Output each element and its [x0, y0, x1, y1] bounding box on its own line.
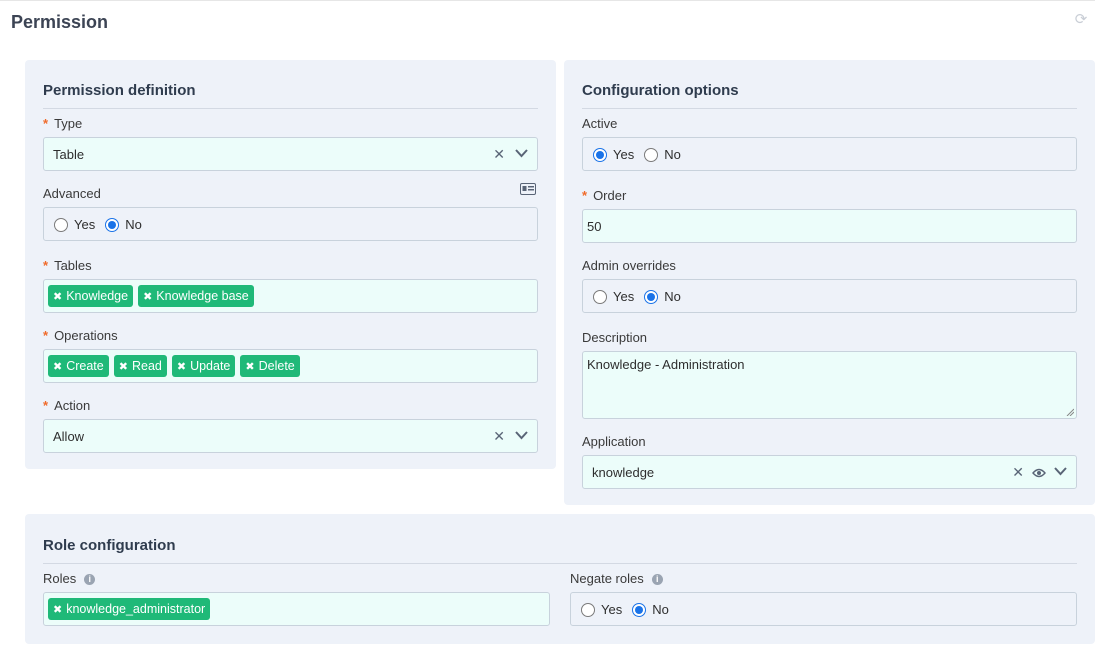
required-icon: *	[582, 188, 588, 203]
chevron-down-icon[interactable]	[1054, 467, 1067, 476]
admin-overrides-radio-group: Yes No	[582, 279, 1077, 313]
configuration-options-title: Configuration options	[582, 82, 739, 99]
negate-roles-yes-radio[interactable]	[581, 602, 595, 617]
description-textarea[interactable]: Knowledge - Administration	[582, 351, 1077, 419]
admin-overrides-label: Admin overrides	[582, 258, 676, 273]
roles-field[interactable]: ✖ knowledge_administrator	[43, 592, 550, 626]
active-label: Active	[582, 116, 618, 131]
role-configuration-panel: Role configuration Roles i ✖ knowledge_adm…	[25, 514, 1095, 644]
tables-field[interactable]: ✖ Knowledge ✖ Knowledge base	[43, 279, 538, 313]
active-no-radio[interactable]	[644, 147, 659, 162]
active-radio-group: Yes No	[582, 137, 1077, 171]
role-configuration-title: Role configuration	[43, 537, 176, 554]
tag-knowledge-base[interactable]: ✖ Knowledge base	[138, 285, 254, 307]
remove-tag-icon[interactable]: ✖	[143, 290, 152, 303]
description-label: Description	[582, 330, 648, 345]
type-value: Table	[53, 147, 85, 162]
page-title: Permission	[11, 12, 109, 32]
order-label: * Order	[582, 188, 627, 203]
action-label: * Action	[43, 398, 91, 413]
admin-overrides-no-radio[interactable]	[644, 289, 659, 304]
panel-divider	[582, 108, 1077, 109]
info-icon[interactable]: i	[84, 574, 96, 586]
operations-field[interactable]: ✖ Create ✖ Read ✖ Update ✖ Delete	[43, 349, 538, 383]
tag-update[interactable]: ✖ Update	[171, 355, 236, 377]
active-yes-radio[interactable]	[593, 147, 607, 162]
type-label: * Type	[43, 116, 83, 131]
application-label: Application	[582, 434, 646, 449]
resize-handle-icon[interactable]	[1066, 408, 1074, 416]
refresh-icon[interactable]: ⟳	[1073, 12, 1089, 28]
permission-definition-title: Permission definition	[43, 82, 196, 99]
tag-read[interactable]: ✖ Read	[113, 355, 167, 377]
clear-icon[interactable]: ✕	[493, 428, 505, 445]
advanced-no-label: No	[125, 217, 142, 232]
admin-overrides-yes-radio[interactable]	[593, 289, 607, 304]
panel-divider	[43, 563, 1077, 564]
tag-knowledge-administrator[interactable]: ✖ knowledge_administrator	[48, 598, 211, 620]
remove-tag-icon[interactable]: ✖	[53, 290, 62, 303]
clear-icon[interactable]: ✕	[493, 146, 505, 163]
remove-tag-icon[interactable]: ✖	[119, 360, 128, 373]
application-value: knowledge	[592, 465, 655, 480]
eye-icon[interactable]	[1032, 466, 1046, 481]
negate-roles-label: Negate roles i	[570, 571, 663, 586]
advanced-radio-group: Yes No	[43, 207, 538, 241]
application-select[interactable]: knowledge ✕	[582, 455, 1077, 489]
advanced-yes-label: Yes	[74, 217, 96, 232]
negate-roles-no-label: No	[652, 602, 669, 617]
remove-tag-icon[interactable]: ✖	[53, 603, 62, 616]
id-card-icon[interactable]	[520, 182, 536, 200]
required-icon: *	[43, 116, 49, 131]
action-select[interactable]: Allow ✕	[43, 419, 538, 453]
permission-definition-panel: Permission definition * Type Table ✕ Adva…	[25, 60, 556, 469]
admin-overrides-yes-label: Yes	[613, 289, 635, 304]
required-icon: *	[43, 398, 49, 413]
active-yes-label: Yes	[613, 147, 635, 162]
tables-label: * Tables	[43, 258, 92, 273]
order-input[interactable]: 50	[582, 209, 1077, 243]
tag-create[interactable]: ✖ Create	[48, 355, 109, 377]
negate-roles-no-radio[interactable]	[632, 602, 647, 617]
tag-delete[interactable]: ✖ Delete	[240, 355, 300, 377]
remove-tag-icon[interactable]: ✖	[53, 360, 62, 373]
active-no-label: No	[664, 147, 681, 162]
remove-tag-icon[interactable]: ✖	[245, 360, 254, 373]
top-divider	[0, 0, 1095, 1]
panel-divider	[43, 108, 538, 109]
type-select[interactable]: Table ✕	[43, 137, 538, 171]
info-icon[interactable]: i	[651, 574, 663, 586]
admin-overrides-no-label: No	[664, 289, 681, 304]
roles-label: Roles i	[43, 571, 96, 586]
advanced-no-radio[interactable]	[105, 217, 120, 232]
negate-roles-yes-label: Yes	[601, 602, 623, 617]
required-icon: *	[43, 258, 49, 273]
tag-knowledge[interactable]: ✖ Knowledge	[48, 285, 134, 307]
operations-label: * Operations	[43, 328, 118, 343]
clear-icon[interactable]: ✕	[1012, 464, 1024, 481]
action-value: Allow	[53, 429, 85, 444]
advanced-yes-radio[interactable]	[54, 217, 68, 232]
configuration-options-panel: Configuration options Active Yes No * Ord…	[564, 60, 1095, 505]
description-value: Knowledge - Administration	[587, 357, 745, 372]
chevron-down-icon[interactable]	[515, 431, 528, 440]
advanced-label: Advanced	[43, 186, 101, 201]
required-icon: *	[43, 328, 49, 343]
order-value: 50	[587, 219, 602, 234]
negate-roles-radio-group: Yes No	[570, 592, 1077, 626]
chevron-down-icon[interactable]	[515, 149, 528, 158]
remove-tag-icon[interactable]: ✖	[177, 360, 186, 373]
